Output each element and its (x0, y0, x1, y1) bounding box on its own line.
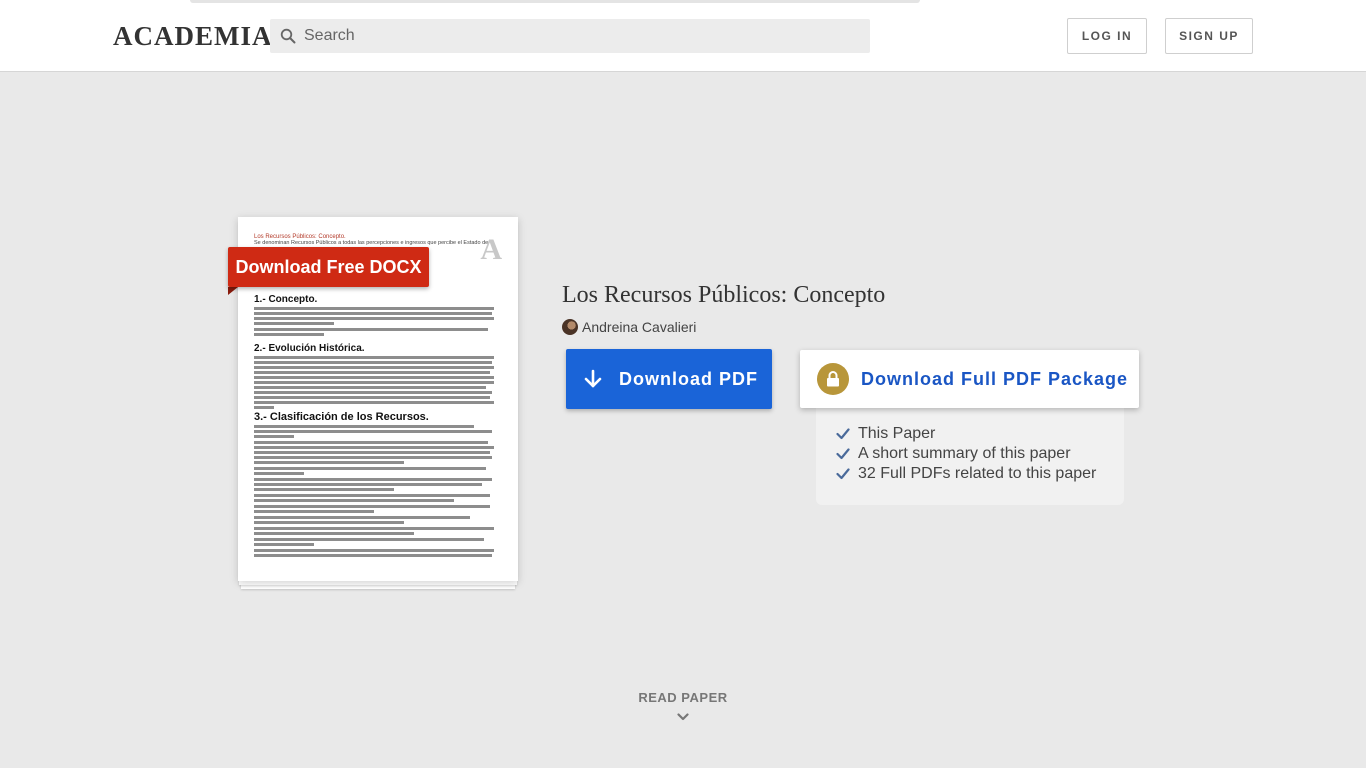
search-icon (280, 28, 296, 44)
signup-button[interactable]: SIGN UP (1165, 18, 1253, 54)
text-line (254, 386, 486, 389)
text-line (254, 527, 494, 530)
text-line (254, 406, 274, 409)
text-line (254, 451, 490, 454)
text-line (254, 312, 492, 315)
text-line (254, 401, 494, 404)
feature-label: This Paper (858, 425, 936, 442)
academia-watermark: A (480, 233, 502, 266)
text-line (254, 472, 304, 475)
feature-item: A short summary of this paper (836, 444, 1096, 464)
text-line (254, 371, 490, 374)
text-line (254, 461, 404, 464)
text-line (254, 391, 492, 394)
text-line (254, 554, 492, 557)
avatar (562, 319, 578, 335)
feature-label: 32 Full PDFs related to this paper (858, 465, 1097, 482)
text-line (254, 328, 488, 331)
preview-heading: 3.- Clasificación de los Recursos. (254, 411, 429, 423)
text-line (254, 538, 484, 541)
text-line (254, 317, 494, 320)
text-line (254, 488, 394, 491)
text-line (254, 543, 314, 546)
text-line (254, 499, 454, 502)
feature-item: This Paper (836, 424, 1096, 444)
text-line (254, 322, 334, 325)
paper-title: Los Recursos Públicos: Concepto (562, 282, 886, 308)
docx-badge-fold (228, 287, 238, 295)
text-line (254, 483, 482, 486)
download-arrow-icon (584, 369, 602, 388)
search-box[interactable] (270, 19, 870, 53)
preview-small-subtitle: Se denominan Recursos Públicos a todas l… (254, 240, 489, 246)
author-name: Andreina Cavalieri (582, 319, 697, 335)
site-header: ACADEMIA LOG IN SIGN UP (0, 0, 1366, 72)
text-line (254, 307, 494, 310)
text-line (254, 510, 374, 513)
text-line (254, 446, 494, 449)
download-pdf-button[interactable]: Download PDF (566, 349, 772, 409)
text-line (254, 456, 492, 459)
text-line (254, 381, 494, 384)
text-line (254, 396, 490, 399)
preview-heading: 2.- Evolución Histórica. (254, 343, 365, 354)
text-line (254, 441, 488, 444)
text-line (254, 532, 414, 535)
header-top-shadow (190, 0, 920, 3)
download-package-label: Download Full PDF Package (861, 368, 1129, 389)
text-line (254, 425, 474, 428)
read-paper-link[interactable]: READ PAPER (583, 690, 783, 705)
lock-icon (827, 371, 839, 387)
text-line (254, 435, 294, 438)
text-line (254, 361, 492, 364)
text-line (254, 366, 494, 369)
login-button[interactable]: LOG IN (1067, 18, 1147, 54)
text-line (254, 376, 494, 379)
feature-item: 32 Full PDFs related to this paper (836, 464, 1096, 484)
author-link[interactable]: Andreina Cavalieri (562, 318, 696, 336)
text-line (254, 516, 470, 519)
text-line (254, 494, 490, 497)
text-line (254, 505, 490, 508)
text-line (254, 478, 492, 481)
chevron-down-icon[interactable] (677, 711, 689, 723)
text-line (254, 430, 492, 433)
text-line (254, 549, 494, 552)
download-pdf-label: Download PDF (619, 368, 758, 389)
package-features-list: This Paper A short summary of this paper… (836, 424, 1096, 484)
text-line (254, 356, 494, 359)
download-docx-button[interactable]: Download Free DOCX (228, 247, 429, 287)
check-icon (836, 448, 850, 460)
preview-heading: 1.- Concepto. (254, 294, 318, 305)
text-line (254, 467, 486, 470)
download-package-button[interactable]: Download Full PDF Package (800, 350, 1139, 408)
search-input[interactable] (304, 19, 860, 53)
text-line (254, 521, 404, 524)
check-icon (836, 468, 850, 480)
lock-icon-badge (817, 363, 849, 395)
check-icon (836, 428, 850, 440)
text-line (254, 333, 324, 336)
feature-label: A short summary of this paper (858, 445, 1071, 462)
academia-logo[interactable]: ACADEMIA (113, 21, 273, 52)
